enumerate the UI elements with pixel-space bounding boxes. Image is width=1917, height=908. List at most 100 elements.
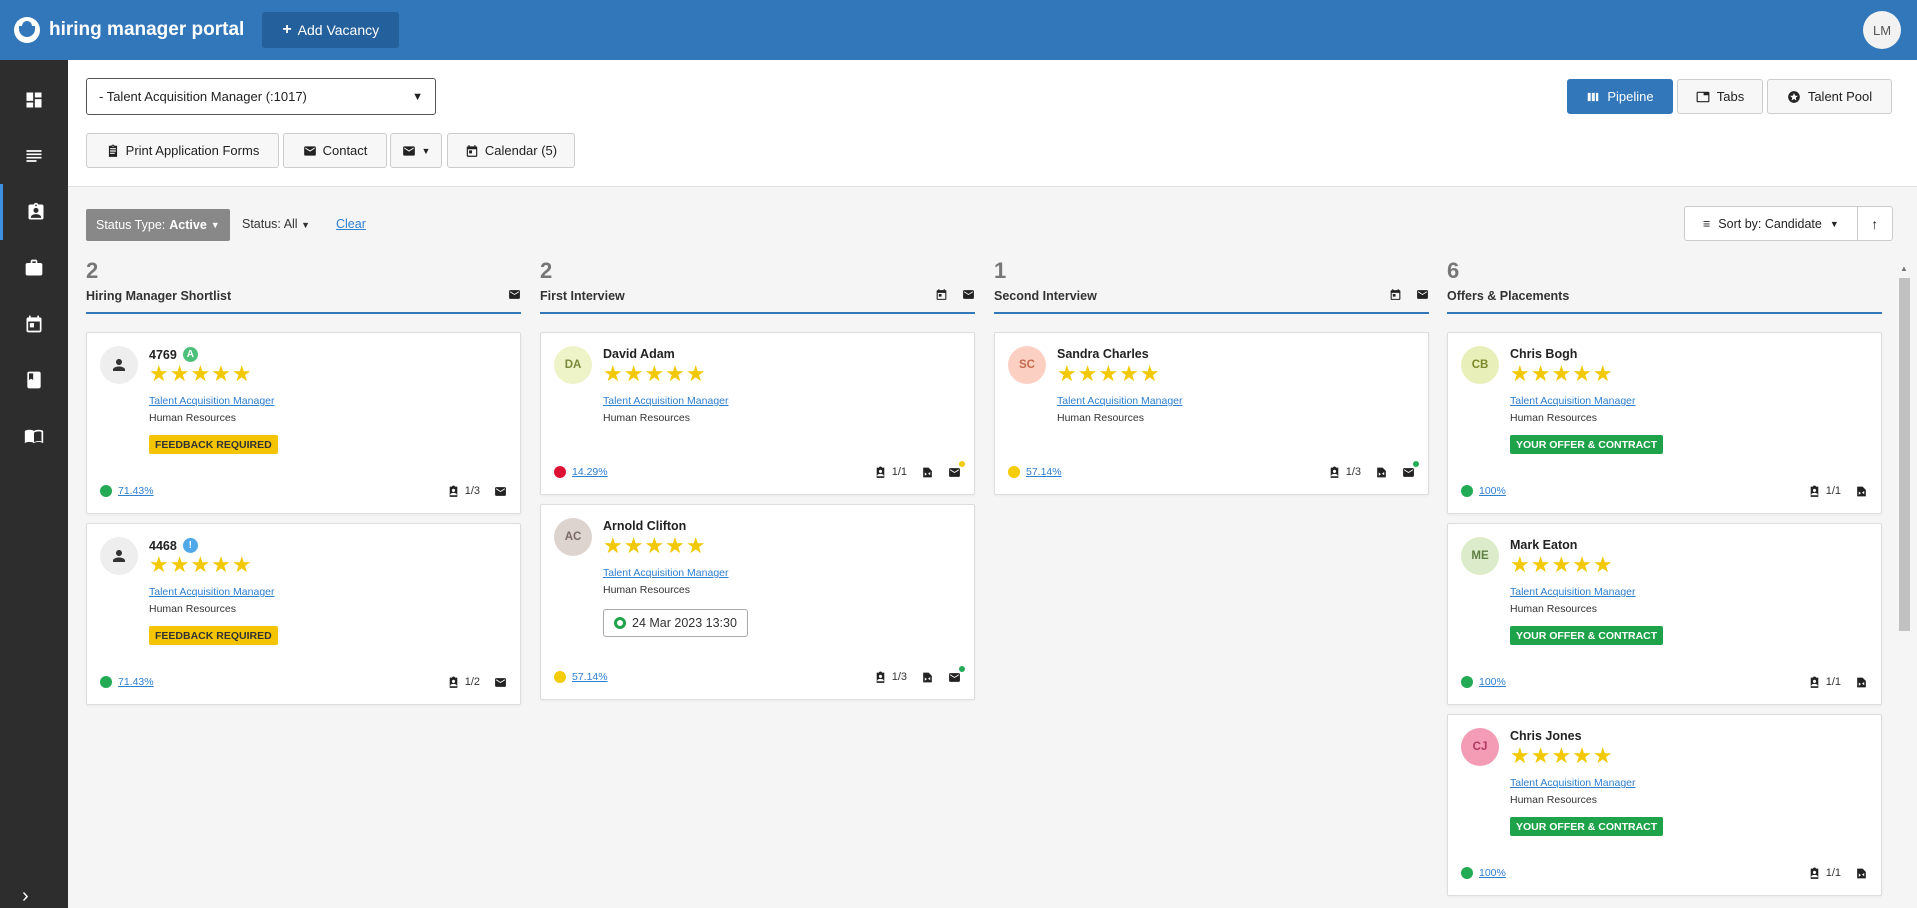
candidate-name[interactable]: David Adam xyxy=(603,347,675,361)
sidebar-item-dashboard[interactable] xyxy=(0,72,68,128)
department: Human Resources xyxy=(149,412,236,424)
plus-icon: + xyxy=(282,21,292,38)
mail-dropdown-button[interactable]: ▼ xyxy=(390,133,442,168)
candidate-name[interactable]: Chris Jones xyxy=(1510,729,1582,743)
sidebar-item-jobs[interactable] xyxy=(0,240,68,296)
scrollbar-thumb[interactable] xyxy=(1899,278,1910,631)
score-link[interactable]: 100% xyxy=(1479,867,1506,879)
job-link[interactable]: Talent Acquisition Manager xyxy=(1510,586,1636,598)
file-swap-icon[interactable] xyxy=(1855,676,1868,689)
chevron-down-icon: ▼ xyxy=(301,220,310,230)
stage-indicator[interactable]: 1/3 xyxy=(874,671,907,684)
file-swap-icon[interactable] xyxy=(1375,466,1388,479)
message-button[interactable] xyxy=(494,676,507,689)
user-avatar[interactable]: LM xyxy=(1863,11,1901,49)
candidate-name[interactable]: Sandra Charles xyxy=(1057,347,1149,361)
job-link[interactable]: Talent Acquisition Manager xyxy=(149,395,275,407)
department: Human Resources xyxy=(603,412,690,424)
message-button[interactable] xyxy=(948,665,965,684)
file-swap-icon[interactable] xyxy=(1855,485,1868,498)
stage-indicator[interactable]: 1/1 xyxy=(874,466,907,479)
clear-filters-link[interactable]: Clear xyxy=(336,217,366,231)
sidebar-item-guide[interactable] xyxy=(0,408,68,464)
rating-stars: ★★★★★ xyxy=(1510,552,1614,577)
score-link[interactable]: 71.43% xyxy=(118,485,154,497)
calendar-icon[interactable] xyxy=(1389,288,1402,301)
candidate-card[interactable]: ME Mark Eaton ★★★★★ Talent Acquisition M… xyxy=(1447,523,1882,705)
sidebar-item-assignment[interactable] xyxy=(0,184,68,240)
score-link[interactable]: 57.14% xyxy=(1026,466,1062,478)
interview-date-text: 24 Mar 2023 13:30 xyxy=(632,616,737,630)
stage-indicator[interactable]: 1/2 xyxy=(447,676,480,689)
mail-icon[interactable] xyxy=(508,288,521,301)
stage-indicator[interactable]: 1/3 xyxy=(1328,466,1361,479)
sidebar-item-calendar[interactable] xyxy=(0,296,68,352)
chevron-down-icon: ▼ xyxy=(210,220,220,230)
file-swap-icon[interactable] xyxy=(921,466,934,479)
candidate-card[interactable]: CB Chris Bogh ★★★★★ Talent Acquisition M… xyxy=(1447,332,1882,514)
calendar-icon[interactable] xyxy=(935,288,948,301)
brand[interactable]: hiring manager portal xyxy=(14,17,244,43)
candidate-name[interactable]: 4769 A xyxy=(149,347,198,362)
job-link[interactable]: Talent Acquisition Manager xyxy=(1510,395,1636,407)
stage-indicator[interactable]: 1/3 xyxy=(447,485,480,498)
expand-sidebar-icon[interactable]: › xyxy=(22,885,29,908)
mail-icon[interactable] xyxy=(962,288,975,301)
candidate-name[interactable]: Chris Bogh xyxy=(1510,347,1577,361)
status-filter[interactable]: Status: All ▼ xyxy=(242,217,310,231)
print-application-forms-button[interactable]: Print Application Forms xyxy=(86,133,279,168)
score-link[interactable]: 71.43% xyxy=(118,676,154,688)
message-button[interactable] xyxy=(948,460,965,479)
job-link[interactable]: Talent Acquisition Manager xyxy=(603,567,729,579)
stage-indicator[interactable]: 1/1 xyxy=(1808,867,1841,880)
candidate-card[interactable]: 4769 A ★★★★★ Talent Acquisition Manager … xyxy=(86,332,521,514)
score-link[interactable]: 100% xyxy=(1479,485,1506,497)
scroll-up-icon[interactable]: ▲ xyxy=(1900,264,1908,273)
candidate-card[interactable]: 4468 ! ★★★★★ Talent Acquisition Manager … xyxy=(86,523,521,705)
file-swap-icon[interactable] xyxy=(921,671,934,684)
dashboard-icon xyxy=(26,92,42,108)
candidate-card[interactable]: CJ Chris Jones ★★★★★ Talent Acquisition … xyxy=(1447,714,1882,896)
job-link[interactable]: Talent Acquisition Manager xyxy=(603,395,729,407)
candidate-name[interactable]: Mark Eaton xyxy=(1510,538,1577,552)
mail-icon[interactable] xyxy=(1416,288,1429,301)
vacancy-select[interactable]: - Talent Acquisition Manager (:1017) ▼ xyxy=(86,78,436,115)
message-button[interactable] xyxy=(494,485,507,498)
department: Human Resources xyxy=(1510,412,1597,424)
status-type-filter[interactable]: Status Type: Active ▼ xyxy=(86,209,230,241)
sidebar-item-list[interactable] xyxy=(0,128,68,184)
job-link[interactable]: Talent Acquisition Manager xyxy=(1057,395,1183,407)
sidebar-item-book[interactable] xyxy=(0,352,68,408)
view-tabs-button[interactable]: Tabs xyxy=(1677,79,1763,114)
stage-indicator[interactable]: 1/1 xyxy=(1808,485,1841,498)
view-talent-pool-button[interactable]: Talent Pool xyxy=(1767,79,1892,114)
job-link[interactable]: Talent Acquisition Manager xyxy=(149,586,275,598)
score-link[interactable]: 14.29% xyxy=(572,466,608,478)
avatar xyxy=(100,346,138,384)
message-button[interactable] xyxy=(1402,460,1419,479)
candidate-card[interactable]: AC Arnold Clifton ★★★★★ Talent Acquisiti… xyxy=(540,504,975,700)
sort-direction-button[interactable]: ↑ xyxy=(1858,207,1892,240)
score-dot xyxy=(1461,867,1473,879)
job-link[interactable]: Talent Acquisition Manager xyxy=(1510,777,1636,789)
file-swap-icon[interactable] xyxy=(1855,867,1868,880)
score-link[interactable]: 100% xyxy=(1479,676,1506,688)
score-link[interactable]: 57.14% xyxy=(572,671,608,683)
calendar-button[interactable]: Calendar (5) xyxy=(447,133,575,168)
list-icon xyxy=(26,150,42,162)
interview-date-chip[interactable]: 24 Mar 2023 13:30 xyxy=(603,609,748,637)
assignment-ind-icon xyxy=(876,671,884,683)
stage-count: 1/3 xyxy=(1345,466,1361,478)
candidate-card[interactable]: DA David Adam ★★★★★ Talent Acquisition M… xyxy=(540,332,975,495)
add-vacancy-button[interactable]: + Add Vacancy xyxy=(262,12,400,48)
contact-button[interactable]: Contact xyxy=(283,133,387,168)
candidate-name[interactable]: Arnold Clifton xyxy=(603,519,686,533)
sort-by-button[interactable]: ≡ Sort by: Candidate ▼ xyxy=(1685,207,1858,240)
candidate-card[interactable]: SC Sandra Charles ★★★★★ Talent Acquisiti… xyxy=(994,332,1429,495)
candidate-name[interactable]: 4468 ! xyxy=(149,538,198,553)
stage-indicator[interactable]: 1/1 xyxy=(1808,676,1841,689)
view-pipeline-button[interactable]: Pipeline xyxy=(1567,79,1673,114)
stage-count: 1/1 xyxy=(891,466,907,478)
board-scrollbar[interactable]: ▲ xyxy=(1896,262,1910,908)
brand-logo-icon xyxy=(14,17,40,43)
